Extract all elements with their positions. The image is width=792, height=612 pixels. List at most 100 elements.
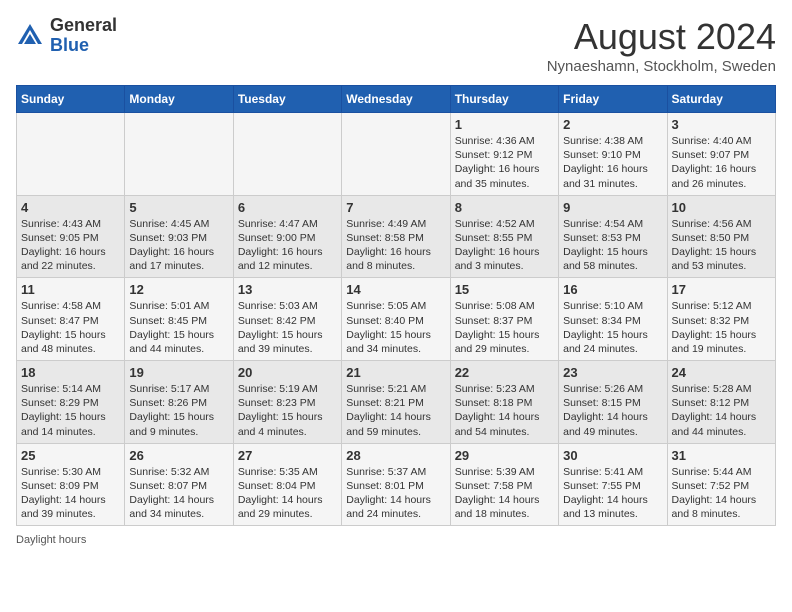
calendar-cell: 13 Sunrise: 5:03 AM Sunset: 8:42 PM Dayli… [233, 278, 341, 361]
day-content: Sunrise: 4:45 AM Sunset: 9:03 PM Dayligh… [129, 217, 228, 274]
calendar-cell: 24 Sunrise: 5:28 AM Sunset: 8:12 PM Dayli… [667, 361, 775, 444]
calendar-week-row: 11 Sunrise: 4:58 AM Sunset: 8:47 PM Dayli… [17, 278, 776, 361]
calendar-week-row: 18 Sunrise: 5:14 AM Sunset: 8:29 PM Dayli… [17, 361, 776, 444]
calendar-cell [233, 113, 341, 196]
calendar-cell: 5Sunrise: 4:45 AM Sunset: 9:03 PM Daylig… [125, 195, 233, 278]
day-number: 29 [455, 448, 554, 463]
day-content: Sunrise: 5:32 AM Sunset: 8:07 PM Dayligh… [129, 465, 228, 522]
calendar-week-row: 1Sunrise: 4:36 AM Sunset: 9:12 PM Daylig… [17, 113, 776, 196]
calendar-cell: 20Sunrise: 5:19 AM Sunset: 8:23 PM Dayli… [233, 361, 341, 444]
day-header-friday: Friday [559, 86, 667, 113]
day-number: 6 [238, 200, 337, 215]
calendar-cell: 4 Sunrise: 4:43 AM Sunset: 9:05 PM Daylig… [17, 195, 125, 278]
day-content: Sunrise: 5:10 AM Sunset: 8:34 PM Dayligh… [563, 299, 662, 356]
calendar-cell: 11 Sunrise: 4:58 AM Sunset: 8:47 PM Dayli… [17, 278, 125, 361]
day-content: Sunrise: 4:54 AM Sunset: 8:53 PM Dayligh… [563, 217, 662, 274]
day-content: Sunrise: 4:52 AM Sunset: 8:55 PM Dayligh… [455, 217, 554, 274]
calendar-cell: 29 Sunrise: 5:39 AM Sunset: 7:58 PM Dayli… [450, 443, 558, 526]
day-number: 1 [455, 117, 554, 132]
day-content: Sunrise: 4:49 AM Sunset: 8:58 PM Dayligh… [346, 217, 445, 274]
calendar-cell: 27Sunrise: 5:35 AM Sunset: 8:04 PM Dayli… [233, 443, 341, 526]
day-content: Sunrise: 5:12 AM Sunset: 8:32 PM Dayligh… [672, 299, 771, 356]
day-number: 18 [21, 365, 120, 380]
day-number: 3 [672, 117, 771, 132]
calendar-cell: 18 Sunrise: 5:14 AM Sunset: 8:29 PM Dayli… [17, 361, 125, 444]
logo-blue: Blue [50, 35, 89, 55]
calendar-cell: 12Sunrise: 5:01 AM Sunset: 8:45 PM Dayli… [125, 278, 233, 361]
day-number: 16 [563, 282, 662, 297]
day-number: 13 [238, 282, 337, 297]
calendar-cell: 14 Sunrise: 5:05 AM Sunset: 8:40 PM Dayli… [342, 278, 450, 361]
calendar-cell: 23 Sunrise: 5:26 AM Sunset: 8:15 PM Dayli… [559, 361, 667, 444]
day-number: 17 [672, 282, 771, 297]
day-header-monday: Monday [125, 86, 233, 113]
day-number: 19 [129, 365, 228, 380]
day-number: 15 [455, 282, 554, 297]
calendar-week-row: 25Sunrise: 5:30 AM Sunset: 8:09 PM Dayli… [17, 443, 776, 526]
day-number: 4 [21, 200, 120, 215]
day-number: 26 [129, 448, 228, 463]
day-content: Sunrise: 5:14 AM Sunset: 8:29 PM Dayligh… [21, 382, 120, 439]
day-number: 30 [563, 448, 662, 463]
calendar-header-row: SundayMondayTuesdayWednesdayThursdayFrid… [17, 86, 776, 113]
calendar-cell: 21 Sunrise: 5:21 AM Sunset: 8:21 PM Dayli… [342, 361, 450, 444]
day-number: 25 [21, 448, 120, 463]
calendar-cell: 15 Sunrise: 5:08 AM Sunset: 8:37 PM Dayli… [450, 278, 558, 361]
day-content: Sunrise: 5:21 AM Sunset: 8:21 PM Dayligh… [346, 382, 445, 439]
day-content: Sunrise: 4:38 AM Sunset: 9:10 PM Dayligh… [563, 134, 662, 191]
calendar-cell: 25Sunrise: 5:30 AM Sunset: 8:09 PM Dayli… [17, 443, 125, 526]
day-number: 20 [238, 365, 337, 380]
day-number: 21 [346, 365, 445, 380]
calendar-cell: 3 Sunrise: 4:40 AM Sunset: 9:07 PM Daylig… [667, 113, 775, 196]
logo-icon [16, 22, 44, 50]
calendar-cell: 9Sunrise: 4:54 AM Sunset: 8:53 PM Daylig… [559, 195, 667, 278]
day-content: Sunrise: 5:26 AM Sunset: 8:15 PM Dayligh… [563, 382, 662, 439]
calendar-table: SundayMondayTuesdayWednesdayThursdayFrid… [16, 85, 776, 526]
day-number: 28 [346, 448, 445, 463]
day-content: Sunrise: 4:56 AM Sunset: 8:50 PM Dayligh… [672, 217, 771, 274]
calendar-cell: 22Sunrise: 5:23 AM Sunset: 8:18 PM Dayli… [450, 361, 558, 444]
day-number: 14 [346, 282, 445, 297]
logo-text: General Blue [50, 16, 117, 56]
day-number: 2 [563, 117, 662, 132]
day-content: Sunrise: 4:58 AM Sunset: 8:47 PM Dayligh… [21, 299, 120, 356]
day-number: 7 [346, 200, 445, 215]
title-area: August 2024 Nynaeshamn, Stockholm, Swede… [547, 16, 776, 75]
day-header-thursday: Thursday [450, 86, 558, 113]
logo-general: General [50, 15, 117, 35]
day-content: Sunrise: 5:39 AM Sunset: 7:58 PM Dayligh… [455, 465, 554, 522]
day-content: Sunrise: 5:35 AM Sunset: 8:04 PM Dayligh… [238, 465, 337, 522]
calendar-cell [125, 113, 233, 196]
calendar-cell: 10 Sunrise: 4:56 AM Sunset: 8:50 PM Dayli… [667, 195, 775, 278]
calendar-cell: 30 Sunrise: 5:41 AM Sunset: 7:55 PM Dayli… [559, 443, 667, 526]
day-content: Sunrise: 5:44 AM Sunset: 7:52 PM Dayligh… [672, 465, 771, 522]
calendar-cell: 2 Sunrise: 4:38 AM Sunset: 9:10 PM Daylig… [559, 113, 667, 196]
day-number: 23 [563, 365, 662, 380]
day-content: Sunrise: 5:03 AM Sunset: 8:42 PM Dayligh… [238, 299, 337, 356]
day-content: Sunrise: 5:17 AM Sunset: 8:26 PM Dayligh… [129, 382, 228, 439]
day-content: Sunrise: 5:37 AM Sunset: 8:01 PM Dayligh… [346, 465, 445, 522]
day-header-sunday: Sunday [17, 86, 125, 113]
calendar-cell: 31 Sunrise: 5:44 AM Sunset: 7:52 PM Dayli… [667, 443, 775, 526]
day-header-wednesday: Wednesday [342, 86, 450, 113]
calendar-cell [17, 113, 125, 196]
day-content: Sunrise: 5:28 AM Sunset: 8:12 PM Dayligh… [672, 382, 771, 439]
day-content: Sunrise: 4:43 AM Sunset: 9:05 PM Dayligh… [21, 217, 120, 274]
calendar-cell: 7 Sunrise: 4:49 AM Sunset: 8:58 PM Daylig… [342, 195, 450, 278]
day-content: Sunrise: 5:08 AM Sunset: 8:37 PM Dayligh… [455, 299, 554, 356]
day-content: Sunrise: 5:41 AM Sunset: 7:55 PM Dayligh… [563, 465, 662, 522]
day-content: Sunrise: 4:47 AM Sunset: 9:00 PM Dayligh… [238, 217, 337, 274]
logo: General Blue [16, 16, 117, 56]
day-content: Sunrise: 4:40 AM Sunset: 9:07 PM Dayligh… [672, 134, 771, 191]
day-number: 31 [672, 448, 771, 463]
day-content: Sunrise: 5:05 AM Sunset: 8:40 PM Dayligh… [346, 299, 445, 356]
day-content: Sunrise: 5:23 AM Sunset: 8:18 PM Dayligh… [455, 382, 554, 439]
day-number: 11 [21, 282, 120, 297]
location-title: Nynaeshamn, Stockholm, Sweden [547, 58, 776, 75]
day-number: 24 [672, 365, 771, 380]
calendar-cell: 16 Sunrise: 5:10 AM Sunset: 8:34 PM Dayli… [559, 278, 667, 361]
calendar-cell: 6 Sunrise: 4:47 AM Sunset: 9:00 PM Daylig… [233, 195, 341, 278]
calendar-cell: 1Sunrise: 4:36 AM Sunset: 9:12 PM Daylig… [450, 113, 558, 196]
footer-note: Daylight hours [16, 534, 776, 546]
day-number: 10 [672, 200, 771, 215]
